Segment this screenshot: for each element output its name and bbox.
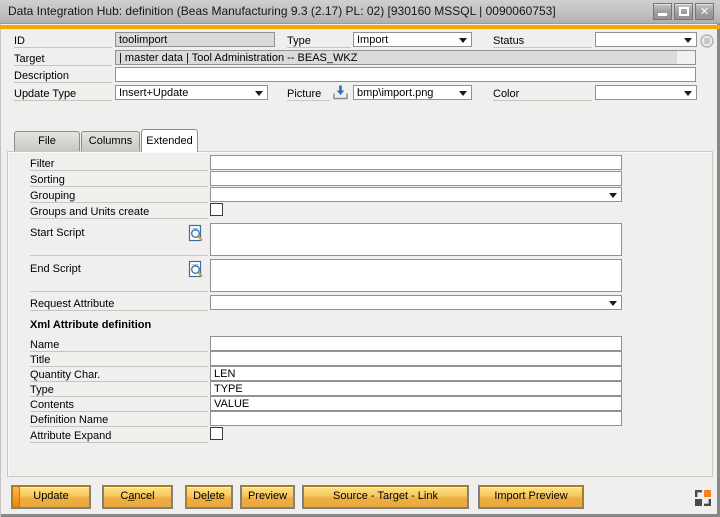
type-label: Type [287,33,351,48]
dropdown-arrow-icon [609,193,617,198]
name-input[interactable] [210,336,622,351]
context-menu-icon[interactable] [700,34,714,48]
definition-name-input[interactable] [210,411,622,426]
request-attribute-dropdown[interactable] [210,295,622,310]
update-type-label: Update Type [14,86,112,101]
import-icon[interactable] [332,84,349,101]
end-script-label: End Script [30,261,208,292]
tab-file[interactable]: File [14,131,80,151]
color-dropdown[interactable] [595,85,697,100]
update-button[interactable]: Update [12,486,90,508]
title-bar[interactable]: Data Integration Hub: definition (Beas M… [0,0,720,24]
tab-columns[interactable]: Columns [81,131,140,151]
id-label: ID [14,33,112,48]
dropdown-arrow-icon [684,38,692,43]
target-input[interactable] [115,50,696,65]
start-script-textarea[interactable] [210,223,622,256]
target-label: Target [14,51,112,66]
minimize-button[interactable] [653,3,672,20]
script-preview-icon[interactable] [188,260,204,279]
title-input[interactable] [210,351,622,366]
contents-label: Contents [30,397,208,412]
window: Data Integration Hub: definition (Beas M… [0,0,720,517]
dropdown-arrow-icon [255,91,263,96]
quantity-char-input[interactable] [210,366,622,381]
picture-dropdown-value: bmp\import.png [357,87,433,99]
dropdown-arrow-icon [459,38,467,43]
end-script-textarea[interactable] [210,259,622,292]
beas-logo-icon [694,489,712,507]
groups-units-create-checkbox[interactable] [210,203,223,216]
preview-button-label: Preview [248,490,287,502]
type-dropdown[interactable]: Import [353,32,472,47]
close-button[interactable]: ✕ [695,3,714,20]
cancel-button[interactable]: Ca̲ncel [103,486,172,508]
status-label: Status [493,33,592,48]
status-dropdown[interactable] [595,32,697,47]
groups-units-create-label: Groups and Units create [30,204,208,219]
minimize-icon [658,13,667,16]
update-type-dropdown[interactable]: Insert+Update [115,85,268,100]
contents-input[interactable] [210,396,622,411]
maximize-button[interactable] [674,3,693,20]
xml-type-input[interactable] [210,381,622,396]
tab-extended[interactable]: Extended [141,129,198,152]
filter-input[interactable] [210,155,622,170]
import-preview-button-label: Import Preview [494,490,567,502]
definition-name-label: Definition Name [30,412,208,427]
dropdown-arrow-icon [609,301,617,306]
description-input[interactable] [115,67,696,82]
update-accent-strip [13,487,20,507]
id-input[interactable] [115,32,275,47]
grouping-dropdown[interactable] [210,187,622,202]
picture-dropdown[interactable]: bmp\import.png [353,85,472,100]
delete-button-label: Del̲ete [193,490,225,502]
close-icon: ✕ [696,5,713,18]
sorting-input[interactable] [210,171,622,186]
dropdown-arrow-icon [684,91,692,96]
request-attribute-label: Request Attribute [30,296,208,311]
start-script-label: Start Script [30,225,208,256]
type-dropdown-value: Import [357,34,388,46]
preview-button[interactable]: Preview [241,486,294,508]
cancel-button-label: Ca̲ncel [120,490,154,502]
xml-attribute-definition-title: Xml Attribute definition [30,319,151,331]
import-preview-button[interactable]: Import Preview [479,486,583,508]
script-preview-icon[interactable] [188,224,204,243]
update-type-dropdown-value: Insert+Update [119,87,188,99]
delete-button[interactable]: Del̲ete [186,486,232,508]
window-title: Data Integration Hub: definition (Beas M… [8,4,556,18]
attribute-expand-label: Attribute Expand [30,428,208,443]
attribute-expand-checkbox[interactable] [210,427,223,440]
source-target-link-button[interactable]: Source - Target - Link [303,486,468,508]
xml-type-label: Type [30,382,208,397]
quantity-char-label: Quantity Char. [30,367,208,382]
color-label: Color [493,86,592,101]
filter-label: Filter [30,156,208,171]
grouping-label: Grouping [30,188,208,203]
accent-bar [0,25,720,29]
picture-label: Picture [287,86,330,101]
source-target-link-button-label: Source - Target - Link [333,490,438,502]
name-label: Name [30,337,208,352]
sorting-label: Sorting [30,172,208,187]
title-label: Title [30,352,208,367]
maximize-icon [679,7,689,16]
update-button-label: Update [33,490,68,502]
dropdown-arrow-icon [459,91,467,96]
description-label: Description [14,68,112,83]
